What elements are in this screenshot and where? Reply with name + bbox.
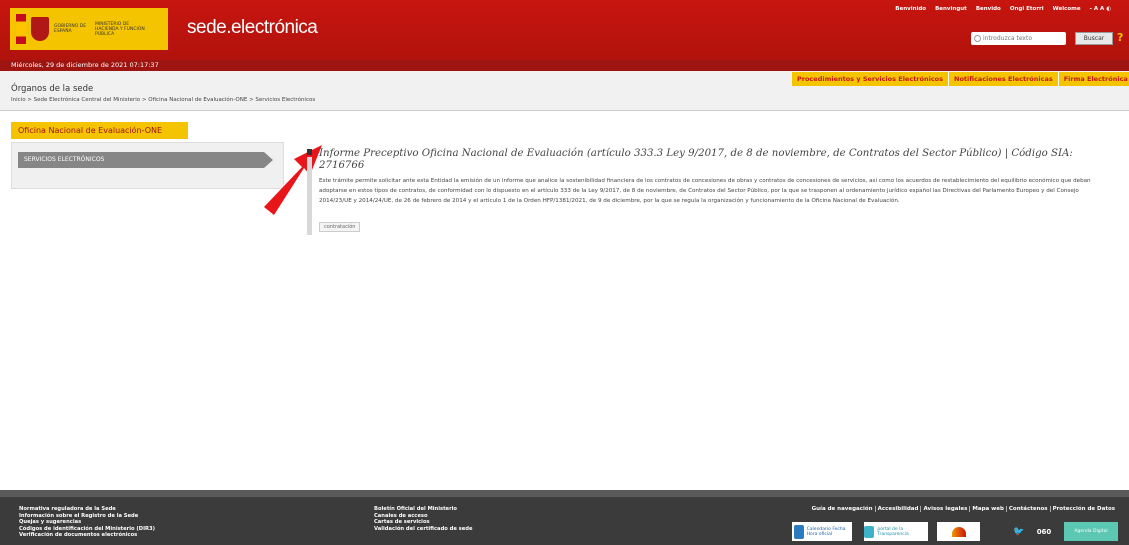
footer-link-avisos[interactable]: Avisos legales xyxy=(920,506,969,512)
coat-of-arms-icon xyxy=(31,17,49,41)
tab-procedimientos[interactable]: Procedimientos y Servicios Electrónicos xyxy=(792,72,949,86)
agenda-digital-badge[interactable]: Agenda Digital xyxy=(1064,522,1118,541)
footer-link-contacto[interactable]: Contáctenos xyxy=(1005,506,1050,512)
lang-link-welcome[interactable]: Welcome xyxy=(1053,6,1081,12)
badge-060[interactable]: 060 xyxy=(1030,522,1058,541)
footer-column-1: Normativa reguladora de la Sede Informac… xyxy=(19,506,155,539)
gobes-logo-icon xyxy=(951,526,966,537)
search-box xyxy=(971,32,1066,45)
footer-link-quejas[interactable]: Quejas y sugerencias xyxy=(19,519,155,526)
date-bar xyxy=(0,60,1129,71)
calendario-badge[interactable]: Calendario Fecha Hora oficial xyxy=(792,522,852,541)
footer-top-strip xyxy=(0,490,1129,497)
result-bullet-icon xyxy=(307,149,312,155)
help-icon[interactable]: ? xyxy=(1117,31,1123,44)
result-side-bar xyxy=(307,157,312,235)
lang-link-benvinido[interactable]: Benvinido xyxy=(895,6,926,12)
footer-link-proteccion[interactable]: Protección de Datos xyxy=(1049,506,1117,512)
footer-link-normativa[interactable]: Normativa reguladora de la Sede xyxy=(19,506,155,513)
footer-link-cartas[interactable]: Cartas de servicios xyxy=(374,519,473,526)
footer-link-guia[interactable]: Guía de navegación xyxy=(810,506,875,512)
lang-link-benvingut[interactable]: Benvingut xyxy=(935,6,967,12)
language-links: Benvinido Benvingut Benvido Ongi Etorri … xyxy=(895,6,1111,12)
service-tabs: Procedimientos y Servicios Electrónicos … xyxy=(792,72,1129,86)
footer-link-verificacion[interactable]: Verificación de documentos electrónicos xyxy=(19,532,155,539)
clock-icon xyxy=(794,524,804,539)
transparency-icon xyxy=(864,525,875,538)
result-title[interactable]: Informe Preceptivo Oficina Nacional de E… xyxy=(319,148,1099,172)
footer-link-boletin[interactable]: Boletín Oficial del Ministerio xyxy=(374,506,473,513)
search-input[interactable] xyxy=(983,35,1065,42)
result-description: Este trámite permite solicitar ante esta… xyxy=(319,178,1091,204)
search-button[interactable]: Buscar xyxy=(1075,32,1113,45)
transparencia-label: portal de la Transparencia xyxy=(877,526,909,537)
tab-firma[interactable]: Firma Electrónica xyxy=(1057,72,1129,86)
footer-link-registro[interactable]: Información sobre el Registro de la Sede xyxy=(19,513,155,520)
government-logo[interactable]: GOBIERNO DE ESPAÑA MINISTERIO DE HACIEND… xyxy=(10,8,168,50)
lang-link-ongi-etorri[interactable]: Ongi Etorri xyxy=(1010,6,1044,12)
flag-icon xyxy=(16,14,26,44)
calendario-label: Calendario Fecha Hora oficial xyxy=(806,526,846,537)
date-text: Miércoles, 29 de diciembre de 2021 07:17… xyxy=(11,61,159,69)
result-tag[interactable]: contratación xyxy=(319,222,361,232)
footer-link-accesibilidad[interactable]: Accesibilidad xyxy=(874,506,921,512)
ministry-text: MINISTERIO DE HACIENDA Y FUNCIÓN PÚBLICA xyxy=(95,21,145,37)
tab-notificaciones[interactable]: Notificaciones Electrónicas xyxy=(948,72,1058,86)
sidebar-item-servicios[interactable]: SERVICIOS ELECTRÓNICOS xyxy=(18,152,264,168)
page-title: Órganos de la sede xyxy=(11,84,94,94)
gov-text: GOBIERNO DE ESPAÑA xyxy=(54,24,87,34)
footer-link-mapa[interactable]: Mapa web xyxy=(969,506,1006,512)
site-name[interactable]: sede.electrónica xyxy=(187,17,318,39)
footer-link-certificado[interactable]: Validación del certificado de sede xyxy=(374,526,473,533)
search-icon xyxy=(974,35,981,42)
social-icon[interactable]: 🐦 xyxy=(1012,522,1026,541)
gobes-badge[interactable] xyxy=(937,522,980,541)
lang-link-benvido[interactable]: Benvido xyxy=(976,6,1001,12)
footer-link-canales[interactable]: Canales de acceso xyxy=(374,513,473,520)
transparencia-badge[interactable]: portal de la Transparencia xyxy=(864,522,928,541)
footer-links: Guía de navegación Accesibilidad Avisos … xyxy=(810,506,1117,512)
breadcrumb[interactable]: Inicio > Sede Electrónica Central del Mi… xyxy=(11,97,315,103)
font-size-controls[interactable]: - A A ◐ xyxy=(1090,6,1111,12)
footer-column-2: Boletín Oficial del Ministerio Canales d… xyxy=(374,506,473,532)
office-tab[interactable]: Oficina Nacional de Evaluación-ONE xyxy=(11,122,188,139)
